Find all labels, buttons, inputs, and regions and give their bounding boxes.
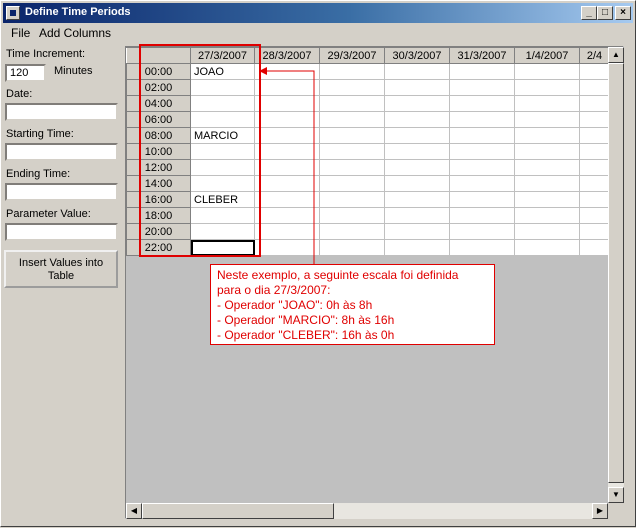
annotation-line: Neste exemplo, a seguinte escala foi def… (217, 268, 459, 282)
annotation-line: para o dia 27/3/2007: (217, 283, 331, 297)
annotation-line: - Operador "MARCIO": 8h às 16h (217, 313, 395, 327)
define-time-periods-window: Define Time Periods _ □ × File Add Colum… (0, 0, 636, 527)
annotation-line: - Operador "JOAO": 0h às 8h (217, 298, 373, 312)
annotation-line: - Operador "CLEBER": 16h às 0h (217, 328, 395, 342)
annotation-box: Neste exemplo, a seguinte escala foi def… (210, 264, 495, 345)
